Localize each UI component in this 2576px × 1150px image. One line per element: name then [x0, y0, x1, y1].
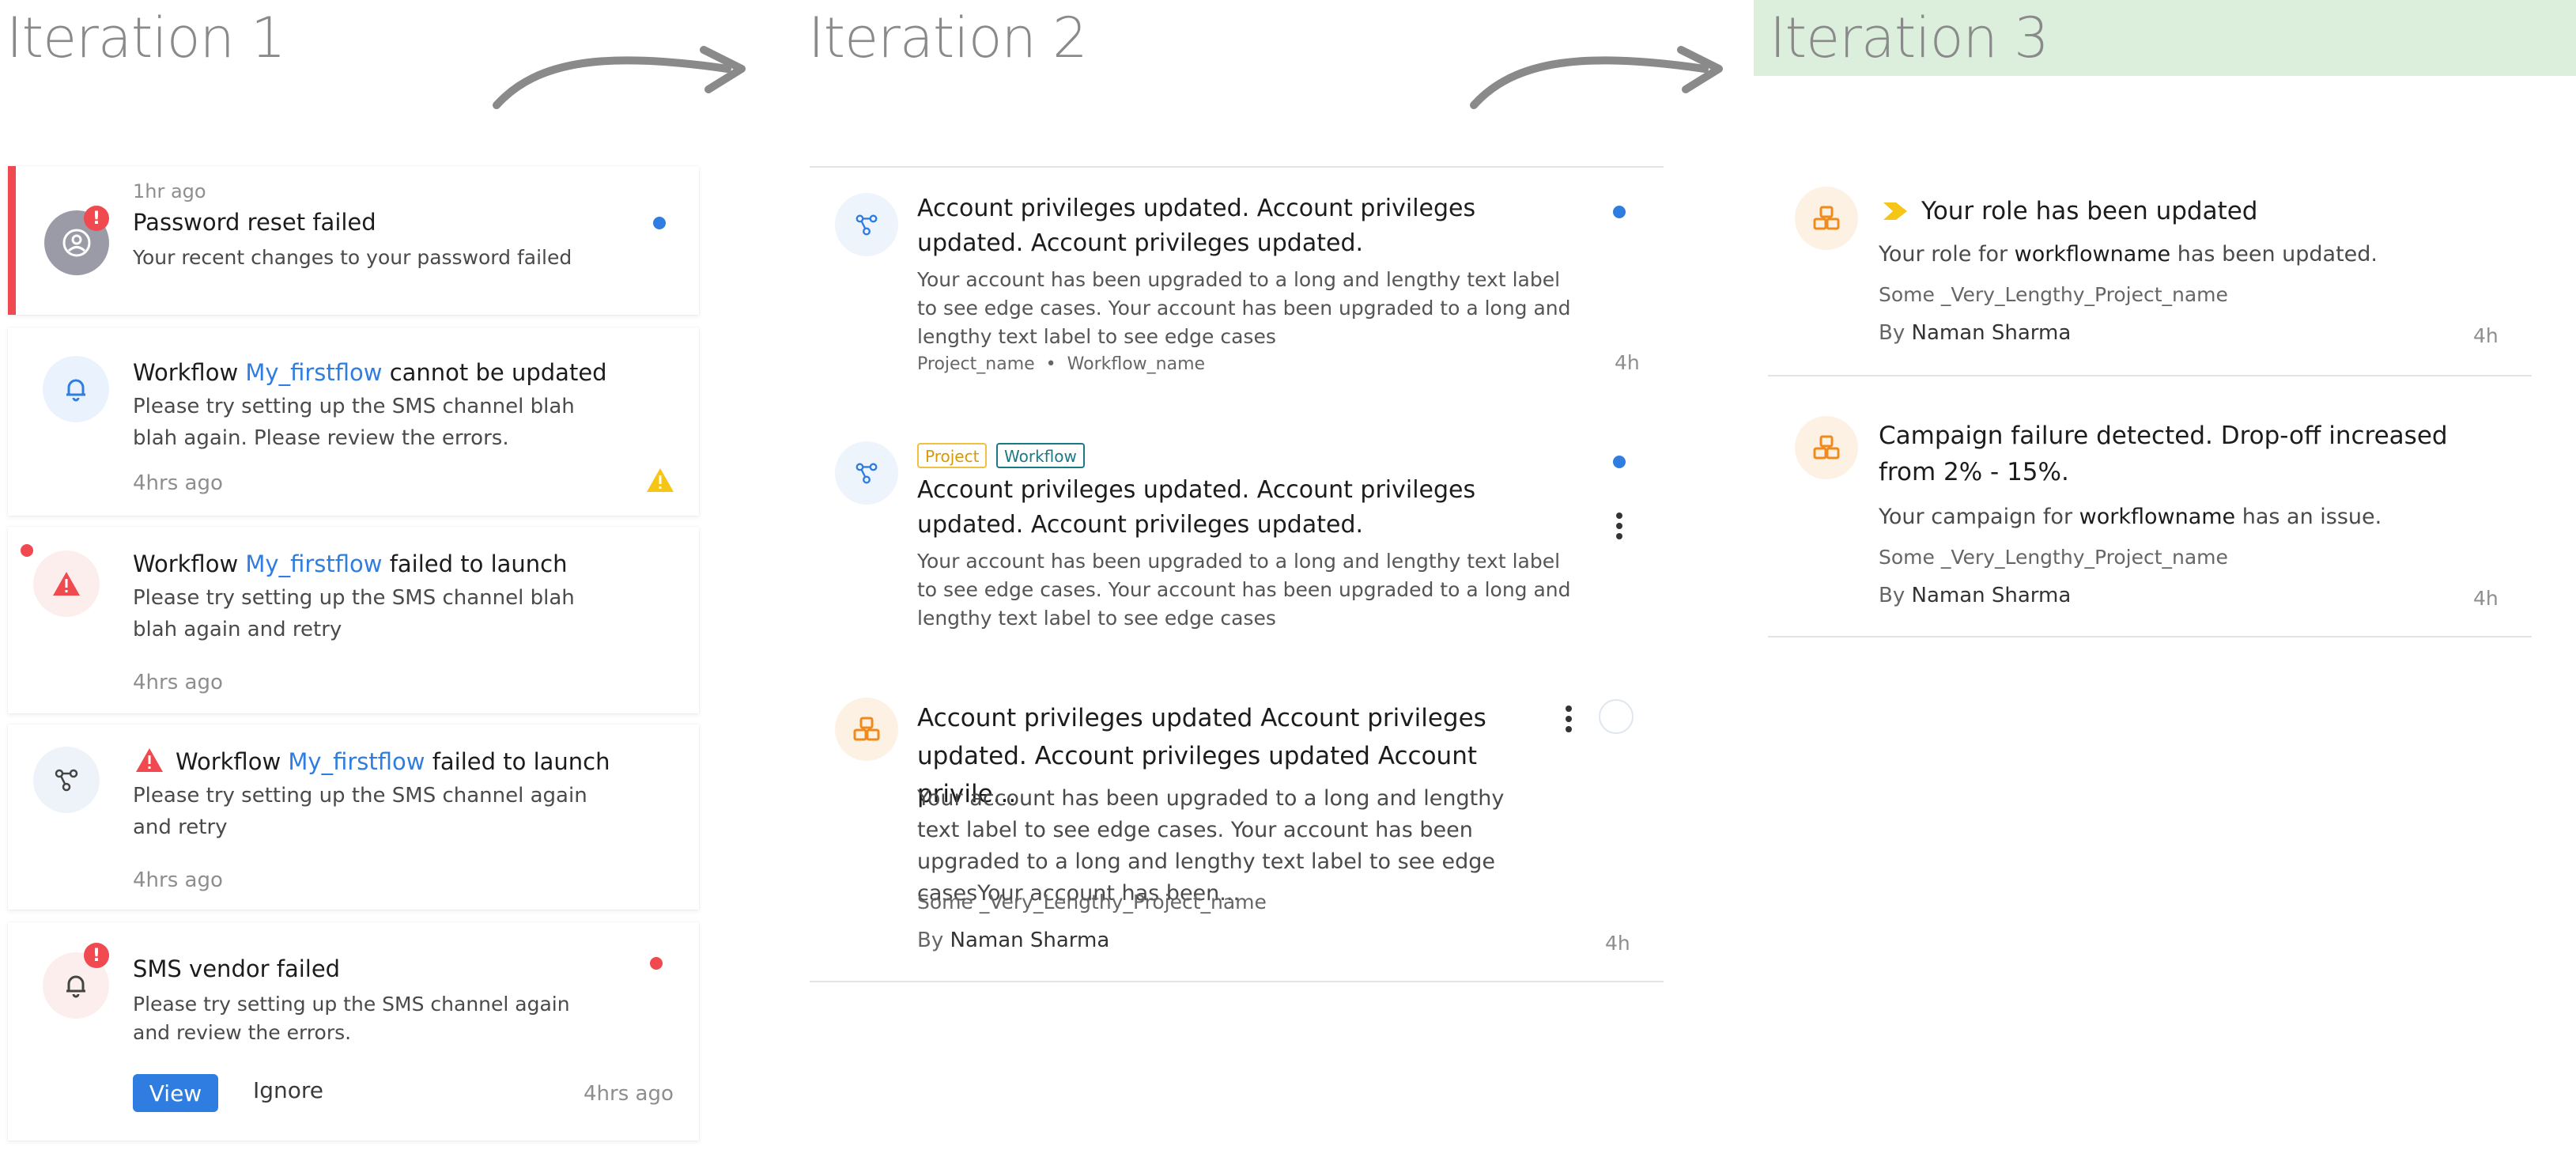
- priority-chevron-icon: [1883, 202, 1907, 220]
- warning-icon: [136, 748, 163, 772]
- tag-project: Project: [917, 443, 988, 468]
- unread-dot: [650, 957, 663, 970]
- notification-time: 4hrs ago: [133, 471, 223, 495]
- bell-icon: [43, 356, 109, 422]
- notification-body: Your campaign for workflowname has an is…: [1879, 505, 2381, 529]
- divider: [810, 981, 1664, 982]
- body-text: has been updated.: [2170, 242, 2378, 267]
- author-name: Naman Sharma: [1911, 321, 2072, 345]
- workflow-link[interactable]: My_firstflow: [245, 359, 382, 386]
- notification-title: Account privileges updated. Account priv…: [917, 195, 1476, 257]
- iteration-1-title: Iteration 1: [6, 6, 286, 70]
- title-text: Workflow: [133, 550, 246, 577]
- notification-body: Please try setting up the SMS channel bl…: [133, 586, 575, 641]
- iteration-3-title: Iteration 3: [1770, 6, 2049, 70]
- body-text: has an issue.: [2235, 505, 2382, 529]
- notification-body: Please try setting up the SMS channel bl…: [133, 395, 575, 450]
- author-line: By Naman Sharma: [1879, 321, 2071, 345]
- title-text: Workflow: [176, 748, 289, 775]
- notification-card-password-reset[interactable]: [8, 166, 699, 315]
- notification-title: Password reset failed: [133, 209, 376, 236]
- author-line: By Naman Sharma: [917, 929, 1109, 952]
- body-text: Your role for: [1879, 242, 2015, 267]
- notification-body: Please try setting up the SMS channel ag…: [133, 784, 587, 839]
- project-name: Some _Very_Lengthy_Project_name: [1879, 546, 2228, 569]
- notification-body: Your account has been upgraded to a long…: [917, 550, 1571, 630]
- cubes-icon: [1795, 187, 1858, 250]
- workflow-icon: [33, 747, 100, 813]
- notification-meta: Project_name • Workflow_name: [917, 354, 1205, 374]
- error-badge: !: [84, 206, 109, 231]
- notification-body: Please try setting up the SMS channel ag…: [133, 993, 570, 1044]
- author-name: Naman Sharma: [950, 929, 1110, 952]
- ignore-button[interactable]: Ignore: [253, 1077, 323, 1103]
- divider: [810, 166, 1664, 168]
- notification-title: Your role has been updated: [1921, 197, 2258, 225]
- mark-read-toggle[interactable]: [1599, 699, 1634, 734]
- notification-title: Workflow My_firstflow failed to launch: [176, 748, 610, 775]
- workflow-name: workflowname: [2079, 505, 2236, 529]
- more-options-icon[interactable]: [1616, 513, 1622, 543]
- by-label: By: [1879, 321, 1912, 345]
- title-text: Workflow: [133, 359, 246, 386]
- notification-time: 4h: [2473, 324, 2499, 347]
- notification-time: 4h: [1615, 351, 1640, 374]
- workflow-link[interactable]: My_firstflow: [245, 550, 382, 577]
- author-name: Naman Sharma: [1911, 584, 2072, 607]
- notification-title: Account privileges updated. Account priv…: [917, 476, 1476, 539]
- divider: [1768, 375, 2532, 376]
- workflow-name: Workflow_name: [1067, 354, 1206, 374]
- separator: •: [1045, 354, 1056, 374]
- divider: [1768, 636, 2532, 637]
- unread-dot: [21, 544, 33, 557]
- workflow-name: workflowname: [2014, 242, 2171, 267]
- warning-icon: [33, 550, 100, 617]
- unread-dot: [1613, 456, 1626, 468]
- arrow-right-icon: [493, 46, 746, 109]
- view-button[interactable]: View: [133, 1074, 218, 1112]
- by-label: By: [1879, 584, 1912, 607]
- tag-workflow: Workflow: [996, 443, 1085, 468]
- author-line: By Naman Sharma: [1879, 584, 2071, 607]
- by-label: By: [917, 929, 950, 952]
- notification-title: Workflow My_firstflow failed to launch: [133, 550, 568, 577]
- notification-time: 4hrs ago: [133, 868, 223, 892]
- notification-title: Workflow My_firstflow cannot be updated: [133, 359, 607, 386]
- workflow-icon: [835, 441, 898, 505]
- error-badge: !: [84, 943, 109, 968]
- notification-title: Campaign failure detected. Drop-off incr…: [1879, 422, 2448, 486]
- cubes-icon: [1795, 416, 1858, 479]
- title-text: failed to launch: [425, 748, 610, 775]
- project-name: Some _Very_Lengthy_Project_name: [917, 891, 1267, 914]
- workflow-icon: [835, 193, 898, 256]
- unread-dot: [1613, 206, 1626, 218]
- notification-title: SMS vendor failed: [133, 955, 341, 982]
- notification-body: Your role for workflowname has been upda…: [1879, 242, 2378, 267]
- warning-icon: [647, 468, 674, 492]
- workflow-link[interactable]: My_firstflow: [288, 748, 425, 775]
- project-name: Project_name: [917, 354, 1035, 374]
- notification-time: 4h: [1605, 932, 1630, 955]
- notification-time: 1hr ago: [133, 180, 206, 202]
- cubes-icon: [835, 698, 898, 761]
- project-name: Some _Very_Lengthy_Project_name: [1879, 283, 2228, 306]
- more-options-icon[interactable]: [1566, 706, 1572, 736]
- unread-dot: [653, 217, 666, 229]
- iteration-2-title: Iteration 2: [808, 6, 1088, 70]
- notification-body: Your account has been upgraded to a long…: [917, 268, 1571, 348]
- title-text: failed to launch: [382, 550, 568, 577]
- title-text: cannot be updated: [382, 359, 607, 386]
- notification-body: Your recent changes to your password fai…: [133, 246, 572, 269]
- notification-time: 4h: [2473, 587, 2499, 610]
- body-text: Your campaign for: [1879, 505, 2079, 529]
- notification-time: 4hrs ago: [133, 671, 223, 694]
- arrow-right-icon: [1470, 46, 1723, 109]
- notification-time: 4hrs ago: [584, 1082, 674, 1106]
